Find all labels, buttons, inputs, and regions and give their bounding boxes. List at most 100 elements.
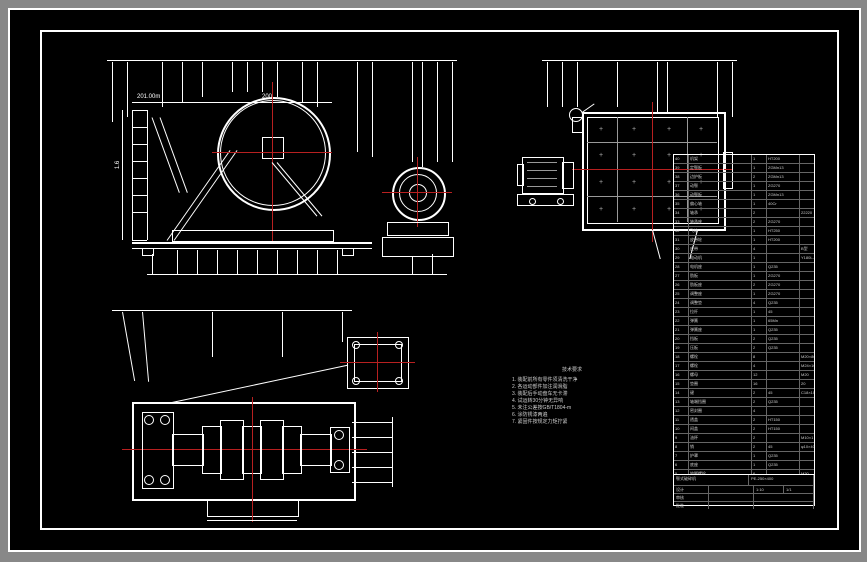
bom-mat: HT250: [767, 227, 800, 235]
bom-note: [800, 182, 814, 190]
drawing-border-inner: 201.00m 200 1: [40, 30, 839, 530]
bom-num: 39: [674, 164, 689, 172]
bom-name: 定颚板: [689, 164, 752, 172]
title-check-label: 审核: [674, 494, 709, 501]
bom-row: 14键245C18×100: [674, 388, 814, 397]
bom-name: 皮带轮: [689, 236, 752, 244]
bom-qty: 4: [752, 407, 767, 415]
bom-note: [800, 200, 814, 208]
bom-note: [800, 326, 814, 334]
bom-note: [800, 317, 814, 325]
bom-num: 23: [674, 308, 689, 316]
bom-mat: [767, 362, 800, 370]
bom-row: 22弹簧165Mn: [674, 316, 814, 325]
drawing-area[interactable]: 201.00m 200 1: [42, 32, 837, 528]
bom-note: [800, 281, 814, 289]
bom-name: 底座: [689, 461, 752, 469]
bom-num: 27: [674, 272, 689, 280]
bom-name: 肋板座: [689, 281, 752, 289]
bom-row: 12密封圈4: [674, 406, 814, 415]
bom-row: 23拉杆145: [674, 307, 814, 316]
bom-qty: 12: [752, 371, 767, 379]
bom-name: 弹簧: [689, 317, 752, 325]
bom-name: 弹簧座: [689, 326, 752, 334]
bom-row: 40机架1HT200: [674, 155, 814, 163]
bom-row: 34轴承222220: [674, 208, 814, 217]
notes-title: 技术要求: [512, 367, 632, 374]
bom-qty: 2: [752, 416, 767, 424]
bom-qty: 2: [752, 173, 767, 181]
bom-row: 28电机座1Q235: [674, 262, 814, 271]
bom-mat: ZG270: [767, 218, 800, 226]
bom-mat: 45: [767, 308, 800, 316]
bom-name: 密封圈: [689, 407, 752, 415]
bom-note: φ10×40: [800, 443, 814, 451]
bom-name: 销: [689, 443, 752, 451]
bom-name: 偏心轴: [689, 200, 752, 208]
bom-num: 34: [674, 209, 689, 217]
bom-note: 22220: [800, 209, 814, 217]
bom-mat: Q235: [767, 344, 800, 352]
bom-note: C18×100: [800, 389, 814, 397]
bom-qty: 4: [752, 245, 767, 253]
bom-mat: ZG270: [767, 182, 800, 190]
bom-num: 16: [674, 371, 689, 379]
bom-note: Y180L-4: [800, 254, 814, 262]
bom-row: 38边护板2ZGMn13: [674, 172, 814, 181]
bom-note: M10×1: [800, 434, 814, 442]
bom-row: 27肋板1ZG270: [674, 271, 814, 280]
bottom-left-view: [112, 312, 422, 522]
bom-mat: [767, 371, 800, 379]
dim-16: 1.6: [115, 161, 121, 169]
bom-name: 压板: [689, 344, 752, 352]
bom-qty: 2: [752, 389, 767, 397]
bom-note: [800, 155, 814, 163]
notes-line3: 2. 各运动部件加注润滑脂: [512, 384, 632, 391]
bom-mat: ZG270: [767, 290, 800, 298]
bom-row: 21弹簧座1Q235: [674, 325, 814, 334]
bom-row: 10闷盖2HT150: [674, 424, 814, 433]
bom-qty: 4: [752, 299, 767, 307]
bom-num: 29: [674, 254, 689, 262]
bom-row: 11透盖2HT150: [674, 415, 814, 424]
bom-num: 35: [674, 200, 689, 208]
bom-row: 15垫圈1620: [674, 379, 814, 388]
bom-table: 40机架1HT20039定颚板1ZGMn1338边护板2ZGMn1337动颚1Z…: [673, 154, 815, 476]
bom-mat: Q235: [767, 326, 800, 334]
bom-qty: 1: [752, 254, 767, 262]
drawing-border-outer: 201.00m 200 1: [8, 8, 861, 552]
bom-mat: Q235: [767, 299, 800, 307]
notes-line4: 3. 装配后手动盘车无卡滞: [512, 391, 632, 398]
bom-note: [800, 227, 814, 235]
bom-qty: 2: [752, 398, 767, 406]
title-block: 颚式破碎机 PE-250×400 设计 1:10 1/1 审核: [673, 474, 815, 506]
bom-qty: 1: [752, 200, 767, 208]
bom-name: 螺栓: [689, 353, 752, 361]
bom-note: [800, 290, 814, 298]
bom-note: [800, 299, 814, 307]
bom-name: 螺母: [689, 371, 752, 379]
bom-name: 电机座: [689, 263, 752, 271]
bom-qty: 1: [752, 155, 767, 163]
bom-name: 键: [689, 389, 752, 397]
bom-name: 透盖: [689, 416, 752, 424]
bom-num: 28: [674, 263, 689, 271]
bom-name: 轴端挡圈: [689, 398, 752, 406]
bom-mat: Q235: [767, 452, 800, 460]
bom-qty: 2: [752, 344, 767, 352]
bom-row: 9油杯2M10×1: [674, 433, 814, 442]
bom-mat: Q235: [767, 263, 800, 271]
bom-row: 19压板2Q235: [674, 343, 814, 352]
bom-name: 闷盖: [689, 425, 752, 433]
bom-qty: 2: [752, 281, 767, 289]
bom-note: [800, 344, 814, 352]
bom-name: 动颚板: [689, 191, 752, 199]
bom-mat: [767, 407, 800, 415]
bom-name: 动颚: [689, 182, 752, 190]
bom-note: [800, 218, 814, 226]
bom-qty: 1: [752, 191, 767, 199]
bom-num: 12: [674, 407, 689, 415]
bom-note: [800, 164, 814, 172]
bom-mat: [767, 353, 800, 361]
bom-num: 40: [674, 155, 689, 163]
